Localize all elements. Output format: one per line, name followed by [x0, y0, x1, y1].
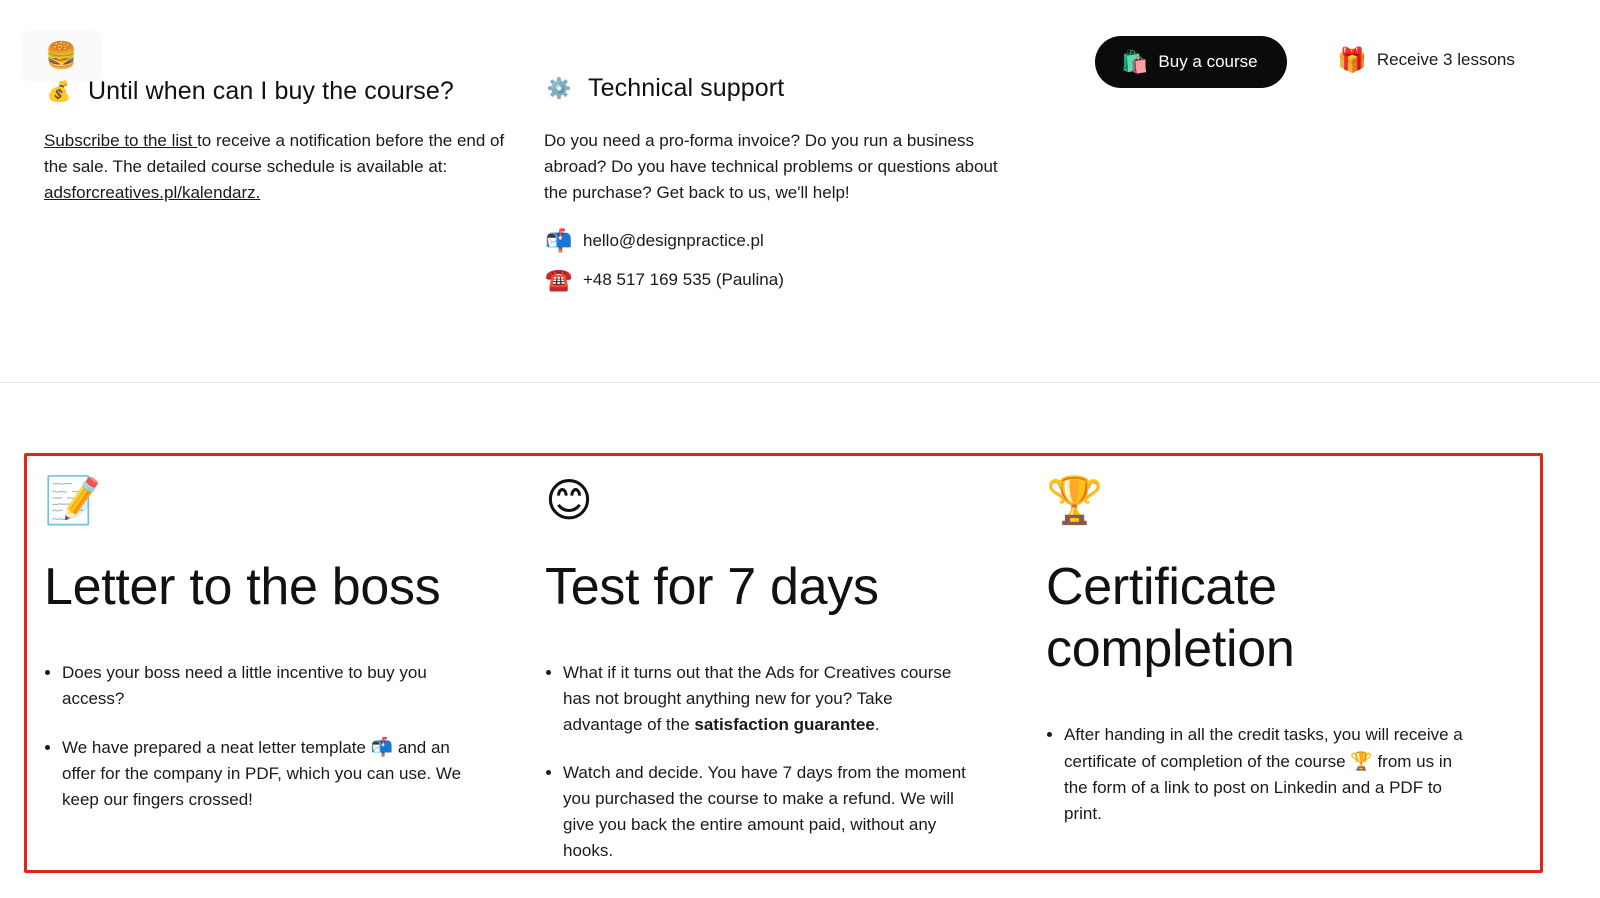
support-title: Technical support: [588, 73, 785, 102]
feature-title: Letter to the boss: [44, 558, 441, 616]
memo-icon: 📝: [44, 474, 102, 526]
trophy-icon: 🏆: [1350, 751, 1373, 771]
trophy-icon: 🏆: [1046, 474, 1104, 526]
list-item: After handing in all the credit tasks, y…: [1064, 722, 1476, 827]
subscribe-link[interactable]: Subscribe to the list: [44, 131, 197, 150]
burger-icon: 🍔: [45, 40, 78, 70]
feature-list: Does your boss need a little incentive t…: [44, 660, 474, 835]
section-divider: [0, 382, 1600, 383]
receive-lessons-label: Receive 3 lessons: [1376, 50, 1515, 69]
shopping-bags-icon: 🛍️: [1121, 49, 1149, 74]
list-item: Watch and decide. You have 7 days from t…: [563, 760, 975, 864]
list-item: We have prepared a neat letter template …: [62, 734, 474, 813]
buy-course-label: Buy a course: [1158, 52, 1258, 71]
gear-icon: ⚙️: [546, 77, 572, 100]
receive-lessons-link[interactable]: 🎁 Receive 3 lessons: [1337, 42, 1515, 78]
gift-icon: 🎁: [1337, 46, 1367, 74]
email-row[interactable]: 📬 hello@designpractice.pl: [544, 226, 764, 256]
money-bag-icon: 💰: [46, 80, 72, 103]
smiling-face-icon: 😊: [545, 474, 593, 526]
feature-list: After handing in all the credit tasks, y…: [1046, 722, 1476, 849]
purchase-title: Until when can I buy the course?: [88, 76, 454, 105]
purchase-heading: 💰 Until when can I buy the course?: [44, 71, 454, 111]
feature-title: Certificate completion: [1046, 558, 1295, 678]
feature-title: Test for 7 days: [545, 558, 879, 616]
email-link[interactable]: hello@designpractice.pl: [583, 231, 764, 251]
support-heading: ⚙️ Technical support: [544, 68, 785, 108]
buy-course-button[interactable]: 🛍️ Buy a course: [1095, 36, 1287, 88]
phone-row[interactable]: ☎️ +48 517 169 535 (Paulina): [544, 265, 784, 295]
satisfaction-guarantee: satisfaction guarantee: [694, 715, 875, 734]
calendar-link[interactable]: adsforcreatives.pl/kalendarz.: [44, 183, 260, 202]
support-text: Do you need a pro-forma invoice? Do you …: [544, 131, 998, 202]
feature-list: What if it turns out that the Ads for Cr…: [545, 660, 975, 886]
telephone-icon: ☎️: [545, 267, 573, 292]
list-item: Does your boss need a little incentive t…: [62, 660, 474, 712]
purchase-text: Subscribe to the list to receive a notif…: [44, 128, 514, 206]
phone-link[interactable]: +48 517 169 535 (Paulina): [583, 270, 784, 290]
mailbox-icon: 📬: [370, 737, 394, 757]
list-item: What if it turns out that the Ads for Cr…: [563, 660, 975, 738]
mailbox-icon: 📬: [545, 228, 573, 253]
